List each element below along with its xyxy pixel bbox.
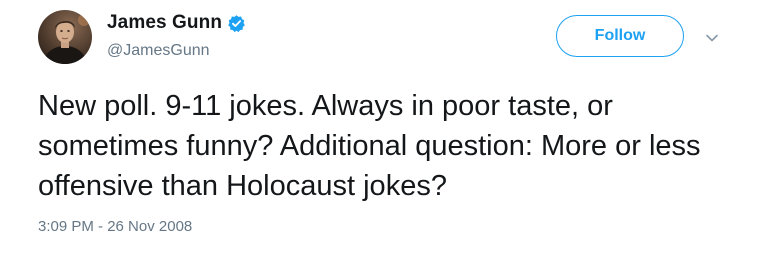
follow-button[interactable]: Follow <box>556 15 684 57</box>
tweet-text: New poll. 9-11 jokes. Always in poor tas… <box>38 90 701 202</box>
verified-badge-icon <box>227 14 246 33</box>
tweet-card: James Gunn @JamesGunn Follow New poll. 9… <box>0 0 768 253</box>
author-name-row: James Gunn <box>107 12 246 34</box>
timestamp[interactable]: 3:09 PM - 26 Nov 2008 <box>38 218 192 235</box>
display-name[interactable]: James Gunn <box>107 12 222 34</box>
profile-photo <box>38 10 92 64</box>
avatar[interactable] <box>38 10 92 64</box>
chevron-down-icon[interactable] <box>705 30 719 42</box>
handle[interactable]: @JamesGunn <box>107 42 210 60</box>
